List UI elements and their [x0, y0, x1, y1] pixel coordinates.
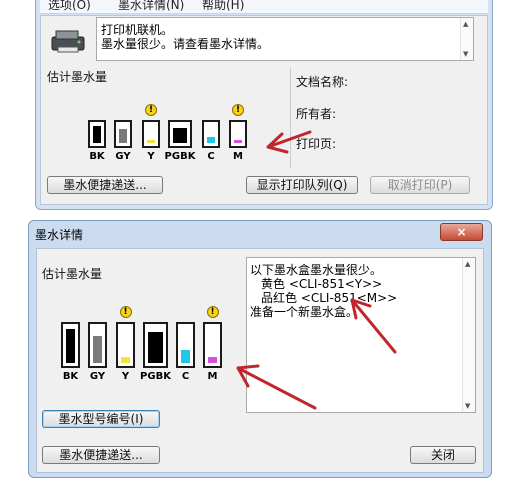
close-button[interactable]: 关闭 — [410, 446, 476, 464]
menu-ink-details[interactable]: 墨水详情(N) — [118, 0, 184, 13]
menu-options[interactable]: 选项(O) — [48, 0, 91, 13]
detail-line-prepare: 准备一个新墨水盒。 — [250, 305, 359, 319]
ink-label-c: C — [207, 151, 215, 162]
ink-label-gy: GY — [89, 371, 106, 382]
ink-level-y — [147, 140, 155, 143]
ink-tank-pgbk — [168, 120, 192, 148]
status-line-low-ink: 墨水量很少。请查看墨水详情。 — [101, 37, 270, 51]
scroll-up-icon[interactable]: ▲ — [463, 20, 468, 28]
owner-label: 所有者: — [296, 107, 337, 121]
scroll-down-icon[interactable]: ▼ — [463, 50, 468, 58]
ink-delivery-button[interactable]: 墨水便捷递送... — [42, 446, 160, 464]
ink-tank-c — [176, 322, 195, 368]
estimated-ink-heading-2: 估计墨水量 — [42, 267, 103, 281]
ink-details-text-box[interactable]: 以下墨水盒墨水量很少。 黄色 <CLI-851<Y>> 品红色 <CLI-851… — [246, 257, 476, 413]
ink-model-number-button[interactable]: 墨水型号编号(I) — [42, 410, 160, 428]
warning-icon: ! — [206, 306, 219, 318]
warning-icon: ! — [145, 104, 157, 116]
menu-help[interactable]: 帮助(H) — [202, 0, 244, 13]
ink-level-pgbk — [148, 332, 163, 363]
ink-label-gy: GY — [115, 151, 131, 162]
ink-tank-gy — [88, 322, 107, 368]
printer-icon — [50, 28, 86, 54]
ink-tank-m — [203, 322, 222, 368]
ink-level-c — [207, 137, 215, 143]
ink-level-m — [234, 140, 242, 143]
warning-icon: ! — [232, 104, 244, 116]
status-message-box[interactable]: 打印机联机。 墨水量很少。请查看墨水详情。 ▲ ▼ — [96, 17, 474, 61]
ink-label-m: M — [207, 371, 218, 382]
panel-divider — [290, 68, 291, 168]
ink-level-bk — [66, 329, 75, 363]
ink-delivery-button-top[interactable]: 墨水便捷递送... — [47, 176, 163, 194]
cancel-print-button[interactable]: 取消打印(P) — [370, 176, 470, 194]
ink-level-m — [208, 357, 217, 363]
warning-icon: ! — [119, 306, 132, 318]
ink-level-gy — [93, 336, 102, 363]
scroll-down-icon[interactable]: ▼ — [465, 402, 470, 410]
ink-tank-c — [202, 120, 220, 148]
ink-label-pgbk: PGBK — [164, 151, 196, 162]
details-scrollbar[interactable]: ▲ ▼ — [462, 258, 475, 412]
printed-pages-label: 打印页: — [296, 137, 337, 151]
ink-label-pgbk: PGBK — [140, 371, 171, 382]
estimated-ink-heading: 估计墨水量 — [47, 70, 108, 84]
ink-tank-y — [116, 322, 135, 368]
ink-tank-m — [229, 120, 247, 148]
ink-tank-y — [142, 120, 160, 148]
ink-level-c — [181, 350, 190, 363]
ink-level-gy — [119, 129, 127, 143]
close-icon[interactable]: × — [440, 223, 483, 241]
status-scrollbar[interactable]: ▲ ▼ — [460, 18, 473, 60]
menu-bar: 选项(O) 墨水详情(N) 帮助(H) — [40, 0, 488, 14]
window-title: 墨水详情 — [35, 228, 84, 242]
show-print-queue-button[interactable]: 显示打印队列(Q) — [246, 176, 358, 194]
ink-label-m: M — [233, 151, 243, 162]
ink-level-bk — [93, 126, 101, 143]
ink-tank-gy — [114, 120, 132, 148]
ink-level-pgbk — [173, 128, 187, 143]
ink-tank-bk — [61, 322, 80, 368]
ink-tank-bk — [88, 120, 106, 148]
document-name-label: 文档名称: — [296, 75, 349, 89]
scroll-up-icon[interactable]: ▲ — [465, 260, 470, 268]
ink-tank-pgbk — [143, 322, 168, 368]
ink-level-y — [121, 357, 130, 363]
